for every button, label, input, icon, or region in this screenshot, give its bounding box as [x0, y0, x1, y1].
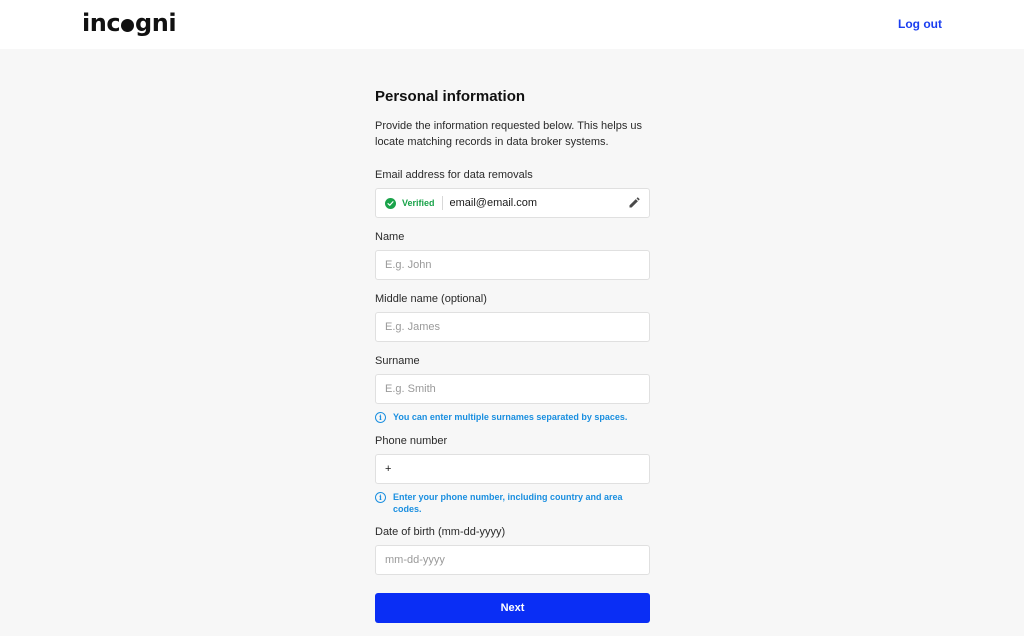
- divider: [441, 196, 443, 210]
- info-icon: i: [375, 412, 386, 423]
- email-status: Verified email@email.com: [385, 196, 537, 210]
- email-value: email@email.com: [449, 197, 538, 209]
- dob-input[interactable]: mm-dd-yyyy: [375, 545, 650, 575]
- check-circle-icon: [385, 197, 396, 209]
- logo-text-start: inc: [82, 9, 121, 37]
- pencil-icon[interactable]: [628, 197, 640, 209]
- email-label: Email address for data removals: [375, 169, 533, 181]
- middle-name-input[interactable]: E.g. James: [375, 312, 650, 342]
- phone-hint: i Enter your phone number, including cou…: [375, 491, 650, 515]
- dob-label: Date of birth (mm-dd-yyyy): [375, 526, 506, 538]
- surname-hint-text: You can enter multiple surnames separate…: [393, 412, 628, 422]
- phone-label: Phone number: [375, 435, 448, 447]
- verified-badge: Verified: [402, 198, 435, 208]
- top-bar: inc gni Log out: [0, 0, 1024, 49]
- form-description: Provide the information requested below.…: [375, 120, 643, 148]
- email-field[interactable]: Verified email@email.com: [375, 188, 650, 218]
- name-input[interactable]: E.g. John: [375, 250, 650, 280]
- logo-dot: [121, 19, 135, 32]
- logo[interactable]: inc gni: [82, 9, 177, 37]
- name-label: Name: [375, 231, 405, 243]
- middle-name-label: Middle name (optional): [375, 293, 487, 305]
- next-button[interactable]: Next: [375, 593, 650, 623]
- logout-link[interactable]: Log out: [898, 17, 942, 31]
- phone-hint-text: Enter your phone number, including count…: [393, 492, 623, 514]
- surname-hint: i You can enter multiple surnames separa…: [375, 411, 650, 423]
- surname-label: Surname: [375, 355, 420, 367]
- page-title: Personal information: [375, 88, 526, 105]
- logo-text-end: gni: [135, 9, 177, 37]
- personal-info-form: Personal information Provide the informa…: [375, 88, 650, 623]
- phone-input[interactable]: +: [375, 454, 650, 484]
- info-icon: i: [375, 492, 386, 503]
- surname-input[interactable]: E.g. Smith: [375, 374, 650, 404]
